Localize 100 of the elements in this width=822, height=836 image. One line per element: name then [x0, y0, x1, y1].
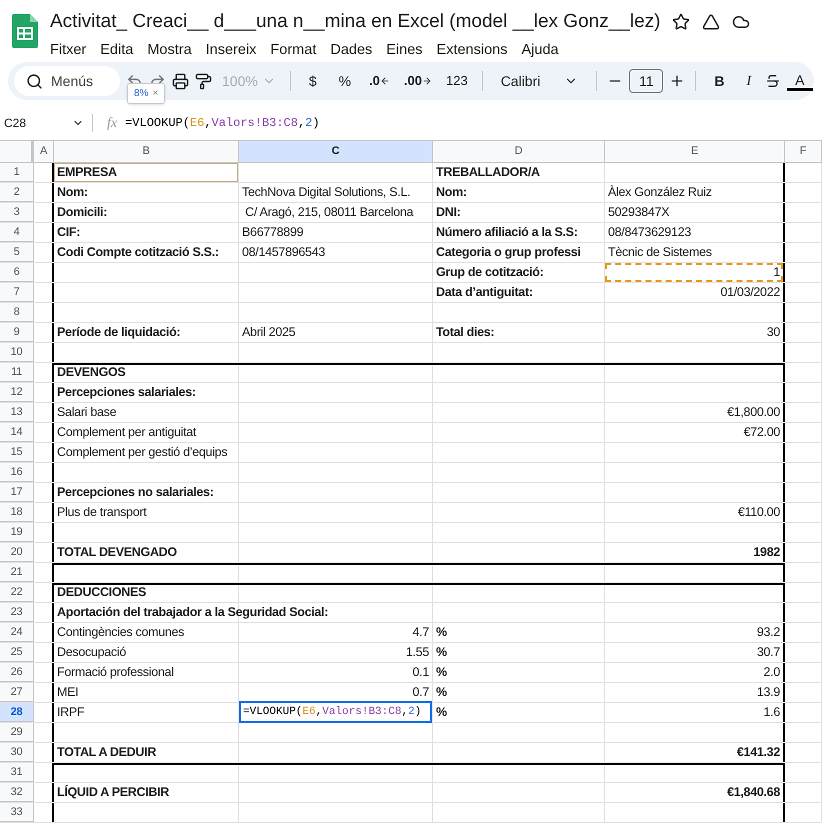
row-header[interactable]: 26: [0, 663, 34, 682]
row-header[interactable]: 18: [0, 503, 34, 522]
increase-decimals-button[interactable]: .00: [400, 71, 436, 91]
row-header[interactable]: 32: [0, 783, 34, 802]
row-header[interactable]: 10: [0, 343, 34, 362]
paint-format-icon[interactable]: [195, 72, 212, 90]
menu-item[interactable]: Eines: [386, 40, 423, 62]
column-header[interactable]: D: [433, 141, 605, 162]
row-header[interactable]: 29: [0, 723, 34, 742]
table-cell-text: 08/8473629123: [608, 224, 691, 241]
table-cell-text: Plus de transport: [57, 504, 146, 521]
menus-search[interactable]: Menús: [14, 66, 120, 96]
row-header[interactable]: 12: [0, 383, 34, 402]
row-header[interactable]: 33: [0, 803, 34, 822]
text-color-button[interactable]: A: [787, 72, 813, 90]
table-cell-text: MEI: [57, 684, 78, 701]
tooltip-text: 8%: [134, 87, 148, 101]
strikethrough-icon[interactable]: [765, 73, 782, 89]
table-cell-text: C/ Aragó, 215, 08011 Barcelona: [244, 204, 414, 221]
table-cell-text: %: [436, 704, 447, 721]
table-cell-text: Nom:: [436, 184, 467, 201]
row-header[interactable]: 11: [0, 363, 34, 382]
column-header[interactable]: C: [239, 141, 433, 162]
search-icon: [26, 72, 43, 90]
formula-field[interactable]: =VLOOKUP(E6,Valors!B3:C8,2): [125, 114, 320, 132]
triangle-icon[interactable]: [702, 13, 720, 32]
row-header[interactable]: 4: [0, 223, 34, 242]
table-cell-text: 01/03/2022: [720, 284, 780, 301]
italic-button[interactable]: I: [738, 70, 760, 92]
menu-item[interactable]: Fitxer: [50, 40, 86, 62]
row-header[interactable]: 2: [0, 183, 34, 202]
row-header[interactable]: 30: [0, 743, 34, 762]
percent-button[interactable]: %: [330, 70, 360, 92]
print-icon[interactable]: [172, 72, 189, 90]
row-header[interactable]: 14: [0, 423, 34, 442]
row-header[interactable]: 9: [0, 323, 34, 342]
row-header[interactable]: 16: [0, 463, 34, 482]
row-header[interactable]: 13: [0, 403, 34, 422]
row-header[interactable]: 23: [0, 603, 34, 622]
row-header[interactable]: 25: [0, 643, 34, 662]
table-cell-text: 50293847X: [608, 204, 670, 221]
row-header[interactable]: 21: [0, 563, 34, 582]
menu-item[interactable]: Insereix: [206, 40, 256, 62]
table-cell-text: 30: [766, 324, 780, 341]
table-cell-text: Salari base: [57, 404, 116, 421]
table-cell-text: Desocupació: [57, 644, 126, 661]
table-cell-text: B66778899: [242, 224, 304, 241]
column-header[interactable]: E: [605, 141, 785, 162]
table-cell-text: €72.00: [744, 424, 780, 441]
menu-item[interactable]: Edita: [100, 40, 134, 62]
row-header[interactable]: 17: [0, 483, 34, 502]
menu-item[interactable]: Format: [270, 40, 316, 62]
star-icon[interactable]: [672, 13, 690, 32]
close-icon[interactable]: ×: [152, 86, 158, 101]
menu-item[interactable]: Ajuda: [521, 40, 559, 62]
name-box[interactable]: C28: [0, 114, 92, 132]
row-header[interactable]: 5: [0, 243, 34, 262]
row-header[interactable]: 19: [0, 523, 34, 542]
row-header[interactable]: 28: [0, 703, 34, 722]
table-cell-text: Data d’antiguitat:: [436, 284, 533, 301]
sheets-logo-icon[interactable]: [12, 14, 38, 48]
font-select[interactable]: Calibri: [492, 70, 586, 92]
row-header[interactable]: 1: [0, 163, 34, 182]
row-header[interactable]: 15: [0, 443, 34, 462]
table-cell-text: 30.7: [756, 644, 780, 661]
menu-item[interactable]: Extensions: [436, 40, 508, 62]
number-format-button[interactable]: 123: [442, 71, 472, 91]
table-cell-text: 13.9: [756, 684, 780, 701]
bold-button[interactable]: B: [706, 70, 732, 92]
row-header[interactable]: 24: [0, 623, 34, 642]
table-cell-text: Total dies:: [436, 324, 494, 341]
column-header[interactable]: A: [34, 141, 54, 162]
font-size-field[interactable]: 11: [629, 69, 664, 93]
table-cell-text: TOTAL A DEDUIR: [57, 744, 156, 761]
row-header[interactable]: 3: [0, 203, 34, 222]
table-cell-text: 0.1: [412, 664, 429, 681]
table-cell-text: LÍQUID A PERCIBIR: [57, 784, 170, 801]
table-cell-text: €1,840.68: [727, 784, 780, 801]
column-header[interactable]: F: [785, 141, 822, 162]
table-cell-text: 1: [773, 264, 780, 281]
cell-editor[interactable]: =VLOOKUP(E6,Valors!B3:C8,2): [239, 701, 432, 723]
table-cell-text: 1.6: [764, 704, 780, 721]
arrow-left-icon: [380, 76, 390, 86]
row-header[interactable]: 8: [0, 303, 34, 322]
table-cell-text: Complement per antiguitat: [57, 424, 196, 441]
menu-item[interactable]: Dades: [330, 40, 372, 62]
table-cell-text: %: [436, 684, 447, 701]
row-header[interactable]: 27: [0, 683, 34, 702]
row-header[interactable]: 7: [0, 283, 34, 302]
table-cell-text: €141.32: [736, 744, 780, 761]
table-cell-text: 1.55: [406, 644, 429, 661]
row-header[interactable]: 6: [0, 263, 34, 282]
menu-item[interactable]: Mostra: [147, 40, 192, 62]
row-header[interactable]: 31: [0, 763, 34, 782]
decrease-decimals-button[interactable]: .0: [365, 71, 394, 91]
row-header[interactable]: 20: [0, 543, 34, 562]
table-cell-text: Formació professional: [57, 664, 174, 681]
document-title[interactable]: Activitat_ Creaci__ d___una n__mina en Excel (model __lex Gonz__lez): [50, 8, 660, 36]
row-header[interactable]: 22: [0, 583, 34, 602]
currency-button[interactable]: $: [300, 70, 325, 92]
